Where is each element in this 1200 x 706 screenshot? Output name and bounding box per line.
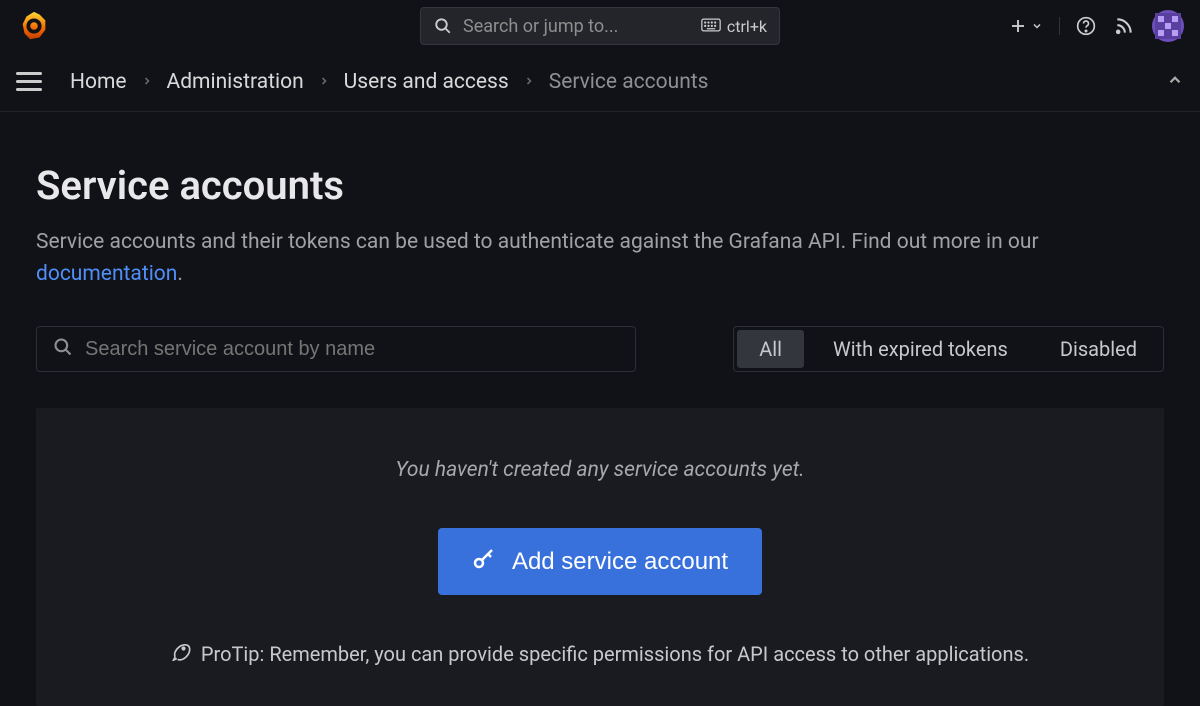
menu-toggle[interactable] [16, 68, 44, 96]
empty-state: You haven't created any service accounts… [36, 408, 1164, 706]
keyboard-icon [701, 17, 721, 36]
documentation-link[interactable]: documentation [36, 262, 177, 286]
protip: ProTip: Remember, you can provide specif… [56, 641, 1144, 666]
main-content: Service accounts Service accounts and th… [0, 112, 1200, 706]
breadcrumb-users-access[interactable]: Users and access [344, 70, 509, 94]
add-service-account-button[interactable]: Add service account [438, 528, 762, 595]
chevron-right-icon [318, 72, 330, 91]
add-menu[interactable] [1009, 17, 1060, 35]
filter-tabs: All With expired tokens Disabled [733, 326, 1164, 372]
tab-expired[interactable]: With expired tokens [807, 327, 1034, 371]
search-placeholder: Search or jump to... [463, 16, 618, 37]
topbar-right [1009, 10, 1184, 42]
chevron-down-icon [1031, 20, 1043, 32]
topbar: Search or jump to... ctrl+k [0, 0, 1200, 52]
key-icon [472, 546, 496, 577]
breadcrumb-administration[interactable]: Administration [167, 70, 304, 94]
tab-all[interactable]: All [737, 330, 804, 368]
search-shortcut: ctrl+k [701, 17, 767, 36]
breadcrumb-home[interactable]: Home [70, 70, 127, 94]
search-box[interactable]: Search or jump to... ctrl+k [420, 7, 780, 45]
breadcrumbs: Home Administration Users and access Ser… [70, 70, 709, 94]
filter-input[interactable] [85, 338, 619, 361]
page-title: Service accounts [36, 162, 1164, 209]
filter-search[interactable] [36, 326, 636, 372]
rocket-icon [171, 641, 191, 666]
search-icon [433, 16, 453, 36]
filter-row: All With expired tokens Disabled [36, 326, 1164, 372]
search-icon [53, 337, 73, 362]
rss-icon[interactable] [1114, 16, 1134, 36]
empty-message: You haven't created any service accounts… [56, 458, 1144, 482]
collapse-icon[interactable] [1166, 71, 1184, 93]
breadcrumb-bar: Home Administration Users and access Ser… [0, 52, 1200, 112]
help-icon[interactable] [1076, 16, 1096, 36]
user-avatar[interactable] [1152, 10, 1184, 42]
page-description: Service accounts and their tokens can be… [36, 227, 1164, 290]
grafana-logo[interactable] [16, 8, 52, 44]
tab-disabled[interactable]: Disabled [1034, 327, 1163, 371]
chevron-right-icon [141, 72, 153, 91]
breadcrumb-current: Service accounts [549, 70, 709, 94]
chevron-right-icon [523, 72, 535, 91]
